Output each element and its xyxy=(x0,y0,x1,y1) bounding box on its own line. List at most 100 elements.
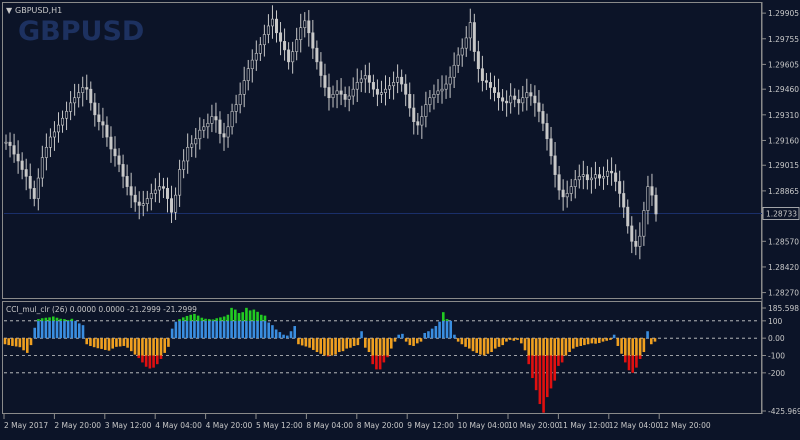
candle-body xyxy=(553,155,557,175)
chart-window[interactable]: GBPUSD ▼ GBPUSD,H1 CCI_mul_clr (26) 0.00… xyxy=(0,0,800,436)
histogram-bar xyxy=(371,338,375,356)
candle-body xyxy=(291,51,295,63)
candle-body xyxy=(121,164,125,177)
histogram-bar xyxy=(642,338,646,353)
price-tick-label: 1.29310 xyxy=(768,111,799,120)
chart-menu-arrow-icon[interactable]: ▼ xyxy=(6,6,13,15)
candle-body xyxy=(133,194,137,203)
histogram-bar xyxy=(159,338,163,356)
histogram-bar xyxy=(141,338,144,356)
time-tick-label: 4 May 20:00 xyxy=(206,421,253,430)
histogram-bar xyxy=(386,338,389,356)
time-tick-label: 12 May 04:00 xyxy=(609,421,661,430)
histogram-bar xyxy=(70,318,74,321)
histogram-bar xyxy=(285,335,289,339)
candle-body xyxy=(501,97,505,102)
histogram-bar xyxy=(256,320,259,339)
histogram-bar xyxy=(571,338,575,349)
histogram-bar xyxy=(297,338,300,345)
histogram-bar xyxy=(534,355,538,391)
histogram-bar xyxy=(170,328,174,339)
candle-body xyxy=(565,193,569,198)
histogram-bar xyxy=(233,320,237,339)
histogram-bar xyxy=(215,320,219,339)
candle-body xyxy=(630,225,634,242)
candle-body xyxy=(56,124,60,133)
candle-body xyxy=(85,87,89,90)
candle-body xyxy=(452,64,456,78)
candle-body xyxy=(642,210,646,237)
candle-body xyxy=(335,90,339,95)
candle-body xyxy=(339,90,343,95)
candle-body xyxy=(24,169,28,177)
price-tick-label: 1.29015 xyxy=(768,161,799,170)
candle-body xyxy=(585,174,589,181)
candle-body xyxy=(493,87,497,93)
histogram-bar xyxy=(33,327,37,339)
histogram-bar xyxy=(230,320,233,339)
histogram-bar xyxy=(531,338,534,356)
histogram-bar xyxy=(245,320,248,339)
candle-body xyxy=(537,102,541,112)
histogram-bar xyxy=(315,338,319,353)
candle-body xyxy=(472,22,476,52)
histogram-bar xyxy=(144,338,148,356)
histogram-bar xyxy=(579,338,583,346)
candle-body xyxy=(69,102,73,112)
time-tick-label: 12 May 20:00 xyxy=(659,421,711,430)
candle-body xyxy=(287,49,291,63)
candle-body xyxy=(533,95,537,104)
histogram-bar xyxy=(237,320,241,339)
candle-body xyxy=(73,97,77,104)
price-tick-label: 1.29755 xyxy=(768,35,799,44)
candle-body xyxy=(165,188,169,199)
candle-body xyxy=(97,114,101,122)
histogram-bar xyxy=(638,355,642,359)
price-tick-label: 1.29905 xyxy=(768,9,799,18)
histogram-bar xyxy=(66,319,70,321)
candle-body xyxy=(497,92,501,99)
histogram-bar xyxy=(356,338,360,346)
histogram-bar xyxy=(653,338,657,342)
candle-body xyxy=(65,111,69,119)
histogram-bar xyxy=(441,320,445,339)
candle-body xyxy=(355,82,359,90)
histogram-bar xyxy=(531,355,534,379)
histogram-bar xyxy=(519,338,523,344)
symbol-title: GBPUSD,H1 xyxy=(15,6,62,15)
histogram-bar xyxy=(646,331,649,339)
candle-body xyxy=(182,160,186,170)
histogram-bar xyxy=(159,355,163,359)
histogram-bar xyxy=(129,338,133,352)
histogram-bar xyxy=(490,338,493,353)
candle-body xyxy=(77,92,81,99)
candle-body xyxy=(16,153,20,162)
chart-canvas[interactable]: GBPUSD ▼ GBPUSD,H1 CCI_mul_clr (26) 0.00… xyxy=(0,0,800,436)
candle-body xyxy=(61,117,65,126)
candle-body xyxy=(521,97,525,104)
candle-body xyxy=(569,186,573,194)
histogram-bar xyxy=(337,338,341,353)
histogram-bar xyxy=(649,338,653,345)
histogram-bar xyxy=(181,317,185,321)
histogram-bar xyxy=(63,320,66,339)
histogram-bar xyxy=(222,320,226,339)
histogram-bar xyxy=(89,338,92,346)
candle-body xyxy=(218,119,222,134)
price-tick-label: 1.29160 xyxy=(768,136,799,145)
histogram-bar xyxy=(423,332,427,339)
histogram-bar xyxy=(326,338,330,356)
time-tick-label: 10 May 20:00 xyxy=(508,421,560,430)
histogram-bar xyxy=(204,318,207,321)
candle-body xyxy=(343,94,347,100)
candle-body xyxy=(186,146,190,162)
histogram-bar xyxy=(152,338,155,356)
histogram-bar xyxy=(14,338,18,347)
candle-body xyxy=(36,177,40,199)
candle-body xyxy=(117,155,121,165)
candle-body xyxy=(48,136,52,148)
candle-body xyxy=(622,193,626,208)
candle-body xyxy=(311,32,315,49)
histogram-bar xyxy=(486,338,490,354)
candle-body xyxy=(436,90,440,95)
